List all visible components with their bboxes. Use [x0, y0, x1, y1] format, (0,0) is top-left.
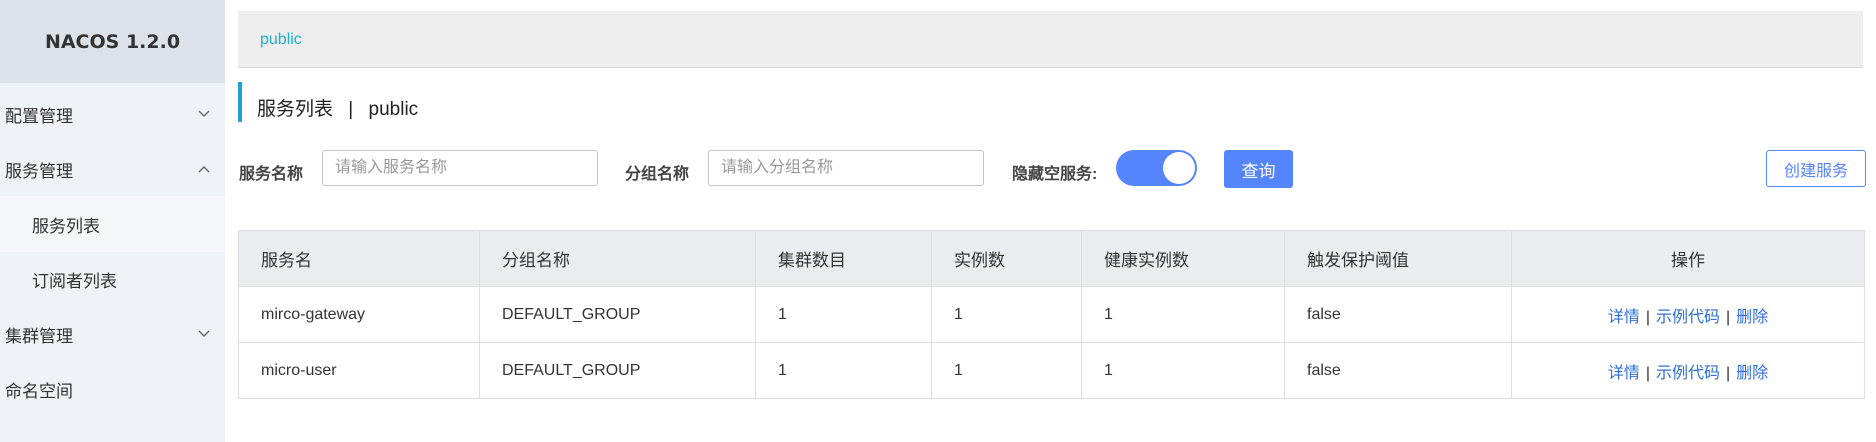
service-name-cell: mirco-gateway — [238, 286, 480, 343]
service-name-label: 服务名称 — [239, 166, 304, 183]
toggle-knob — [1163, 152, 1195, 184]
table-row: mirco-gateway DEFAULT_GROUP 1 1 1 false … — [238, 286, 1865, 343]
chevron-down-icon — [198, 330, 210, 337]
column-header: 触发保护阈值 — [1284, 230, 1512, 287]
query-button[interactable]: 查询 — [1224, 150, 1293, 188]
create-service-button[interactable]: 创建服务 — [1766, 150, 1866, 187]
op-separator: | — [1645, 364, 1650, 382]
protect-threshold-cell: false — [1284, 286, 1512, 343]
delete-link[interactable]: 删除 — [1736, 309, 1768, 326]
sidebar-item-service-list[interactable]: 服务列表 — [0, 196, 225, 252]
cluster-count-cell: 1 — [755, 286, 932, 343]
group-name-label: 分组名称 — [625, 166, 690, 183]
operations-cell: 详情 | 示例代码 | 删除 — [1511, 286, 1865, 343]
cluster-count-cell: 1 — [755, 342, 932, 399]
service-name-input[interactable] — [322, 150, 598, 186]
sidebar-item-label: 服务列表 — [32, 216, 100, 236]
op-separator: | — [1726, 364, 1731, 382]
sidebar-item-service-management[interactable]: 服务管理 — [0, 141, 225, 197]
group-name-cell: DEFAULT_GROUP — [479, 342, 756, 399]
page-title: 服务列表 | public — [257, 94, 418, 121]
table-row: micro-user DEFAULT_GROUP 1 1 1 false 详情 |… — [238, 342, 1865, 399]
table-header-row: 服务名 分组名称 集群数目 实例数 健康实例数 触发保护阈值 操作 — [238, 230, 1865, 287]
column-header: 实例数 — [931, 230, 1082, 287]
service-name-cell: micro-user — [238, 342, 480, 399]
detail-link[interactable]: 详情 — [1608, 309, 1640, 326]
column-header: 操作 — [1511, 230, 1865, 287]
sidebar-item-namespace[interactable]: 命名空间 — [0, 361, 225, 417]
op-separator: | — [1645, 308, 1650, 326]
hide-empty-services-toggle[interactable] — [1116, 150, 1197, 186]
page-title-text: 服务列表 — [257, 99, 334, 120]
detail-link[interactable]: 详情 — [1608, 365, 1640, 382]
sidebar-item-subscriber-list[interactable]: 订阅者列表 — [0, 251, 225, 307]
sidebar: NACOS 1.2.0 配置管理 服务管理 服务列表 订阅者列表 集群管理 命名… — [0, 0, 225, 442]
brand-logo: NACOS 1.2.0 — [0, 0, 225, 83]
namespace-bar: public — [238, 11, 1863, 68]
hide-empty-services-label: 隐藏空服务: — [1012, 166, 1098, 183]
chevron-up-icon — [198, 166, 210, 173]
delete-link[interactable]: 删除 — [1736, 365, 1768, 382]
sidebar-item-cluster-management[interactable]: 集群管理 — [0, 306, 225, 362]
column-header: 健康实例数 — [1081, 230, 1285, 287]
service-table: 服务名 分组名称 集群数目 实例数 健康实例数 触发保护阈值 操作 mirco-… — [238, 230, 1865, 399]
instance-count-cell: 1 — [931, 342, 1082, 399]
protect-threshold-cell: false — [1284, 342, 1512, 399]
sidebar-item-label: 订阅者列表 — [32, 271, 117, 291]
page-title-namespace: public — [368, 99, 419, 120]
sidebar-item-label: 服务管理 — [5, 161, 73, 181]
op-separator: | — [1726, 308, 1731, 326]
sidebar-item-config-management[interactable]: 配置管理 — [0, 86, 225, 142]
operations-cell: 详情 | 示例代码 | 删除 — [1511, 342, 1865, 399]
column-header: 服务名 — [238, 230, 480, 287]
page-title-separator: | — [348, 99, 354, 120]
group-name-input[interactable] — [708, 150, 984, 186]
sidebar-item-label: 集群管理 — [5, 326, 73, 346]
healthy-instance-count-cell: 1 — [1081, 342, 1285, 399]
sidebar-item-label: 命名空间 — [5, 381, 73, 401]
group-name-cell: DEFAULT_GROUP — [479, 286, 756, 343]
chevron-down-icon — [198, 110, 210, 117]
healthy-instance-count-cell: 1 — [1081, 286, 1285, 343]
column-header: 集群数目 — [755, 230, 932, 287]
sample-code-link[interactable]: 示例代码 — [1656, 365, 1720, 382]
sample-code-link[interactable]: 示例代码 — [1656, 309, 1720, 326]
title-accent-bar — [238, 82, 242, 122]
sidebar-item-label: 配置管理 — [5, 106, 73, 126]
instance-count-cell: 1 — [931, 286, 1082, 343]
namespace-link-public[interactable]: public — [260, 31, 302, 49]
column-header: 分组名称 — [479, 230, 756, 287]
